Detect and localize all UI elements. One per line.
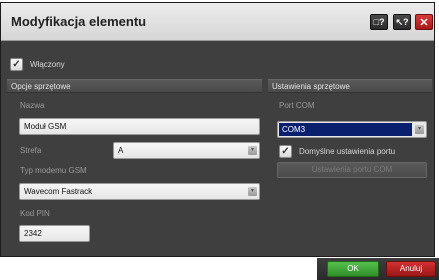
- default-port-label: Domyślne ustawienia portu: [299, 147, 396, 156]
- zone-label: Strefa: [20, 146, 42, 155]
- zone-value: A: [118, 146, 124, 155]
- port-com-label: Port COM: [279, 101, 315, 110]
- pin-input[interactable]: 2342: [19, 225, 90, 242]
- zone-select[interactable]: A ▾: [113, 142, 260, 159]
- name-value: Moduł GSM: [24, 122, 67, 131]
- port-com-dropdown-arrow-icon[interactable]: ▾: [415, 125, 424, 134]
- footer-bar: OK Anuluj: [317, 258, 439, 280]
- pin-value: 2342: [24, 229, 42, 238]
- window-help-icon[interactable]: □?: [370, 14, 388, 30]
- ok-button[interactable]: OK: [327, 261, 379, 277]
- pin-label: Kod PIN: [20, 209, 50, 218]
- enabled-label: Włączony: [30, 60, 65, 69]
- dialog-titlebar: Modyfikacja elementu □? ↖? ✕: [1, 3, 434, 41]
- port-com-settings-button[interactable]: Ustawienia portu COM: [277, 162, 427, 178]
- cancel-button[interactable]: Anuluj: [386, 261, 436, 277]
- modem-type-select[interactable]: Wavecom Fastrack ▾: [19, 183, 260, 200]
- name-input[interactable]: Moduł GSM: [19, 118, 260, 135]
- modem-type-value: Wavecom Fastrack: [24, 187, 93, 196]
- port-com-selected: COM3: [279, 123, 412, 136]
- zone-dropdown-arrow-icon[interactable]: ▾: [248, 146, 257, 155]
- hardware-settings-header: Ustawienia sprzętowe: [268, 79, 432, 93]
- port-com-select[interactable]: COM3 ▾: [277, 121, 427, 138]
- pointer-help-icon[interactable]: ↖?: [393, 14, 411, 30]
- hardware-options-header: Opcje sprzętowe: [7, 79, 262, 93]
- modem-type-label: Typ modemu GSM: [20, 166, 87, 175]
- enabled-checkbox[interactable]: ✓: [10, 58, 23, 71]
- name-label: Nazwa: [20, 101, 45, 110]
- default-port-checkbox[interactable]: ✓: [279, 145, 292, 158]
- dialog-window: Modyfikacja elementu □? ↖? ✕ ✓ Włączony …: [0, 2, 435, 257]
- dialog-title: Modyfikacja elementu: [11, 14, 147, 29]
- modem-type-dropdown-arrow-icon[interactable]: ▾: [248, 187, 257, 196]
- close-icon[interactable]: ✕: [415, 14, 433, 30]
